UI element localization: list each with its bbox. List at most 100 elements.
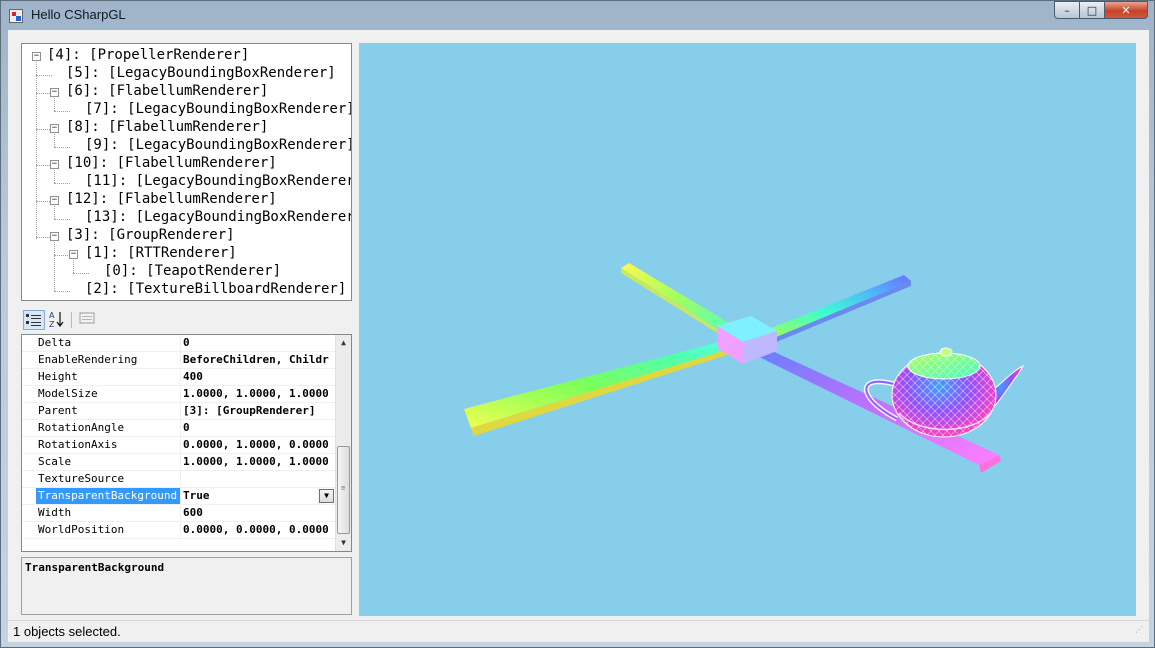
property-row[interactable]: WorldPosition 0.0000, 0.0000, 0.0000 — [22, 522, 336, 539]
property-name[interactable]: RotationAxis — [36, 437, 180, 453]
tree-node[interactable]: [12]: [FlabellumRenderer] — [66, 190, 277, 208]
scene-tree-view[interactable]: − − − − − − − [4]: [PropellerRenderer] [… — [21, 43, 352, 301]
property-value[interactable]: 1.0000, 1.0000, 1.0000 — [180, 454, 339, 470]
app-icon[interactable] — [9, 9, 23, 23]
property-row-selected[interactable]: TransparentBackground True ▼ — [22, 488, 336, 505]
property-value[interactable]: 0.0000, 1.0000, 0.0000 — [180, 437, 339, 453]
status-text: 1 objects selected. — [13, 624, 121, 639]
property-value[interactable]: 1.0000, 1.0000, 1.0000 — [180, 386, 339, 402]
minimize-button[interactable]: – — [1054, 1, 1080, 19]
tree-node[interactable]: [5]: [LegacyBoundingBoxRenderer] — [66, 64, 336, 82]
property-name[interactable]: WorldPosition — [36, 522, 180, 538]
tree-line — [54, 183, 70, 184]
property-row[interactable]: Parent [3]: [GroupRenderer] — [22, 403, 336, 420]
status-bar: 1 objects selected. ⋰ — [8, 620, 1149, 642]
property-name[interactable]: Delta — [36, 335, 180, 351]
property-row[interactable]: RotationAngle 0 — [22, 420, 336, 437]
size-grip-icon[interactable]: ⋰ — [1135, 626, 1147, 640]
caption-buttons: – □ ✕ — [1054, 1, 1148, 21]
scroll-down-icon[interactable]: ▼ — [336, 535, 351, 551]
property-value[interactable]: True — [180, 488, 339, 504]
tree-node[interactable]: [10]: [FlabellumRenderer] — [66, 154, 277, 172]
maximize-button[interactable]: □ — [1079, 1, 1105, 19]
propeller-blade-edge — [774, 281, 911, 343]
property-row[interactable]: EnableRendering BeforeChildren, Childr — [22, 352, 336, 369]
tree-line — [54, 239, 55, 291]
collapse-icon[interactable]: − — [32, 52, 41, 61]
dropdown-arrow-icon[interactable]: ▼ — [319, 489, 334, 503]
property-row[interactable]: Height 400 — [22, 369, 336, 386]
tree-node[interactable]: [6]: [FlabellumRenderer] — [66, 82, 268, 100]
property-name-selected[interactable]: TransparentBackground — [36, 488, 180, 504]
svg-text:A: A — [49, 311, 55, 320]
property-value[interactable]: BeforeChildren, Childr — [180, 352, 339, 368]
tree-line — [54, 219, 70, 220]
propeller-blade — [464, 338, 739, 428]
property-pages-icon[interactable] — [76, 310, 98, 330]
property-name[interactable]: Parent — [36, 403, 180, 419]
sort-alphabetical-icon[interactable]: A Z — [46, 310, 68, 330]
tree-node[interactable]: [1]: [RTTRenderer] — [85, 244, 237, 262]
propeller-blade-edge — [471, 346, 739, 436]
property-help-pane: TransparentBackground — [21, 557, 352, 615]
main-window: Hello CSharpGL – □ ✕ − − − − − − − [4]: … — [0, 0, 1155, 648]
tree-node[interactable]: [9]: [LegacyBoundingBoxRenderer] — [85, 136, 351, 154]
collapse-icon[interactable]: − — [50, 160, 59, 169]
collapse-icon[interactable]: − — [50, 196, 59, 205]
tree-line — [54, 203, 55, 219]
property-row[interactable]: Scale 1.0000, 1.0000, 1.0000 — [22, 454, 336, 471]
tree-line — [54, 95, 55, 111]
propeller-blade — [621, 263, 734, 333]
tree-line — [36, 59, 37, 239]
close-button[interactable]: ✕ — [1104, 1, 1148, 19]
tree-node[interactable]: [2]: [TextureBillboardRenderer] — [85, 280, 346, 298]
tree-node[interactable]: [8]: [FlabellumRenderer] — [66, 118, 268, 136]
property-name[interactable]: ModelSize — [36, 386, 180, 402]
property-name[interactable]: Width — [36, 505, 180, 521]
property-name[interactable]: Height — [36, 369, 180, 385]
tree-node[interactable]: [0]: [TeapotRenderer] — [104, 262, 281, 280]
tree-node[interactable]: [11]: [LegacyBoundingBoxRenderer] — [85, 172, 351, 190]
property-name[interactable]: Scale — [36, 454, 180, 470]
property-grid-toolbar: A Z — [21, 308, 352, 332]
collapse-icon[interactable]: − — [50, 124, 59, 133]
property-value[interactable] — [180, 471, 339, 487]
collapse-icon[interactable]: − — [50, 232, 59, 241]
scroll-up-icon[interactable]: ▲ — [336, 335, 351, 351]
tree-line — [73, 273, 89, 274]
property-value[interactable]: 600 — [180, 505, 339, 521]
property-row[interactable]: Width 600 — [22, 505, 336, 522]
tree-line — [73, 257, 74, 273]
tree-line — [36, 75, 52, 76]
tree-node[interactable]: [13]: [LegacyBoundingBoxRenderer] — [85, 208, 351, 226]
opengl-viewport[interactable] — [359, 43, 1136, 616]
tree-line — [54, 255, 68, 256]
tree-node[interactable]: [3]: [GroupRenderer] — [66, 226, 235, 244]
property-value[interactable]: 400 — [180, 369, 339, 385]
property-value[interactable]: 0 — [180, 420, 339, 436]
property-value[interactable]: 0 — [180, 335, 339, 351]
property-value[interactable]: [3]: [GroupRenderer] — [180, 403, 339, 419]
property-grid[interactable]: Delta 0 EnableRendering BeforeChildren, … — [21, 334, 352, 552]
propeller-blade-edge — [621, 268, 724, 337]
property-grid-scrollbar[interactable]: ▲ ≡ ▼ — [335, 335, 351, 551]
svg-text:Z: Z — [49, 320, 55, 328]
property-row[interactable]: ModelSize 1.0000, 1.0000, 1.0000 — [22, 386, 336, 403]
tree-line — [54, 111, 70, 112]
property-row[interactable]: TextureSource — [22, 471, 336, 488]
scroll-thumb[interactable]: ≡ — [337, 446, 350, 534]
property-row[interactable]: RotationAxis 0.0000, 1.0000, 0.0000 — [22, 437, 336, 454]
property-name[interactable]: EnableRendering — [36, 352, 180, 368]
categorized-icon[interactable] — [23, 310, 45, 330]
title-bar[interactable]: Hello CSharpGL – □ ✕ — [1, 1, 1154, 29]
tree-node[interactable]: [4]: [PropellerRenderer] — [47, 46, 249, 64]
property-value[interactable]: 0.0000, 0.0000, 0.0000 — [180, 522, 339, 538]
collapse-icon[interactable]: − — [69, 250, 78, 259]
property-name[interactable]: RotationAngle — [36, 420, 180, 436]
grip-icon: ≡ — [341, 484, 346, 492]
collapse-icon[interactable]: − — [50, 88, 59, 97]
scene-render — [464, 263, 1025, 473]
tree-node[interactable]: [7]: [LegacyBoundingBoxRenderer] — [85, 100, 351, 118]
property-row[interactable]: Delta 0 — [22, 335, 336, 352]
property-name[interactable]: TextureSource — [36, 471, 180, 487]
